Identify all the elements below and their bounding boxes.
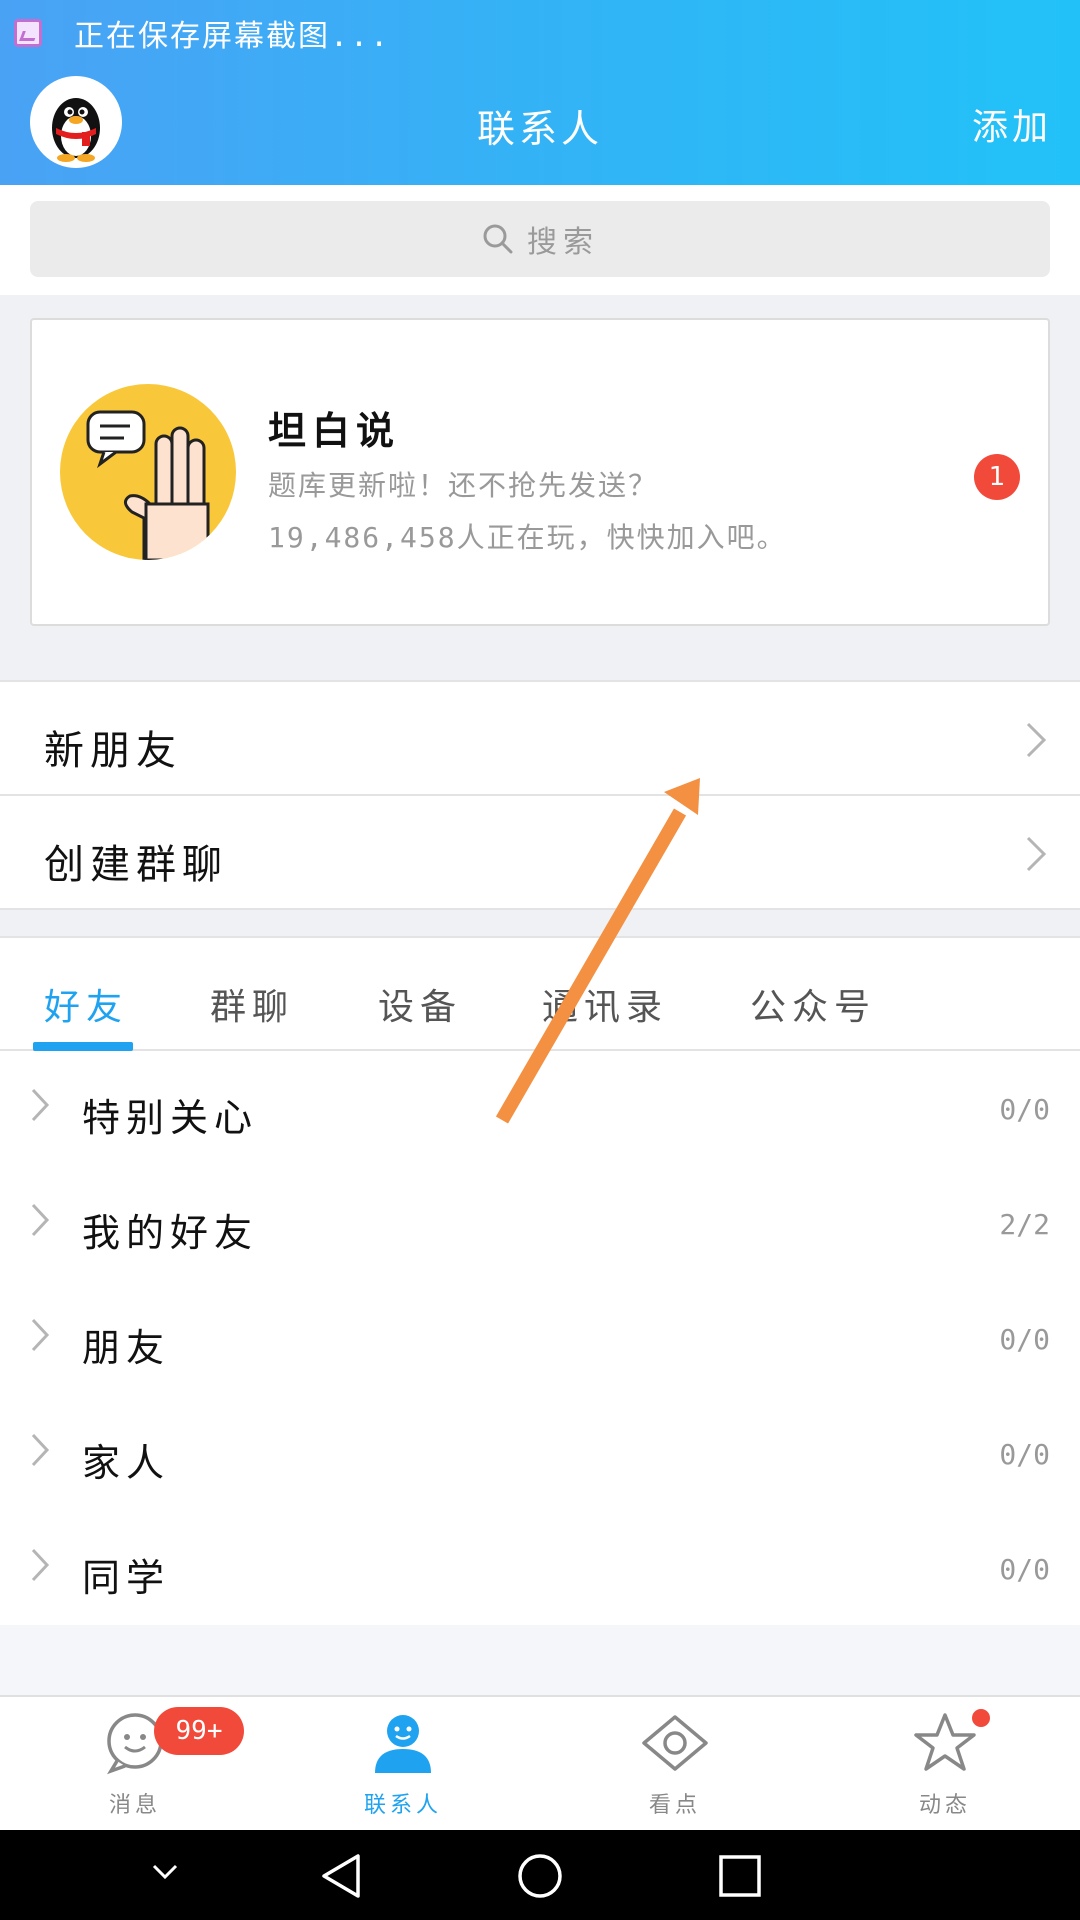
- system-nav-bar: [0, 1830, 1080, 1920]
- group-row-classmates[interactable]: 同学 0/0: [0, 1511, 1080, 1626]
- promo-player-count: 19,486,458人正在玩，快快加入吧。: [268, 521, 787, 554]
- nav-feed[interactable]: 动态: [845, 1697, 1045, 1832]
- promo-unread-badge: 1: [974, 454, 1020, 500]
- promo-image: [60, 384, 236, 560]
- group-count: 0/0: [999, 1438, 1050, 1471]
- chevron-right-icon: [31, 1548, 50, 1582]
- group-name: 同学: [82, 1556, 171, 1600]
- tab-group-chats[interactable]: 群聊: [210, 978, 294, 1030]
- search-input[interactable]: 搜索: [30, 201, 1050, 277]
- page-title: 联系人: [476, 107, 603, 151]
- active-tab-indicator: [33, 1042, 133, 1051]
- recents-icon[interactable]: [718, 1852, 762, 1900]
- back-icon[interactable]: [318, 1852, 364, 1900]
- group-row-special-care[interactable]: 特别关心 0/0: [0, 1051, 1080, 1166]
- chevron-right-icon: [31, 1203, 50, 1237]
- unread-messages-badge: 99+: [154, 1707, 244, 1755]
- status-notification: 正在保存屏幕截图...: [14, 14, 391, 54]
- chevron-right-icon: [1026, 722, 1047, 758]
- group-name: 家人: [82, 1441, 171, 1485]
- eye-icon: [642, 1715, 708, 1771]
- contact-tabs: 好友 群聊 设备 通讯录 公众号: [0, 936, 1080, 1051]
- nav-label: 消息: [108, 1793, 161, 1818]
- chevron-right-icon: [1026, 836, 1047, 872]
- feed-notification-dot: [970, 1707, 992, 1729]
- tab-friends[interactable]: 好友: [44, 978, 128, 1030]
- screenshot-icon: [14, 19, 42, 47]
- promo-title: 坦白说: [268, 409, 401, 453]
- search-icon: [483, 224, 513, 254]
- star-icon: [914, 1713, 976, 1771]
- search-placeholder: 搜索: [527, 225, 599, 260]
- group-count: 0/0: [999, 1553, 1050, 1586]
- promo-subtitle: 题库更新啦！还不抢先发送？: [268, 469, 659, 502]
- search-area: 搜索: [0, 185, 1080, 295]
- chevron-right-icon: [31, 1318, 50, 1352]
- chevron-right-icon: [31, 1433, 50, 1467]
- group-count: 2/2: [999, 1208, 1050, 1241]
- tab-official-accounts[interactable]: 公众号: [750, 978, 876, 1030]
- contacts-icon: [375, 1715, 431, 1773]
- status-text: 正在保存屏幕截图...: [74, 19, 391, 54]
- group-count: 0/0: [999, 1323, 1050, 1356]
- nav-contacts[interactable]: 联系人: [303, 1697, 503, 1832]
- hand-icon: [86, 410, 210, 560]
- nav-label: 联系人: [363, 1793, 442, 1818]
- menu-label: 创建群聊: [44, 842, 228, 888]
- section-divider: [0, 910, 1080, 936]
- group-name: 我的好友: [82, 1211, 259, 1255]
- tab-address-book[interactable]: 通讯录: [542, 978, 668, 1030]
- group-row-friends[interactable]: 朋友 0/0: [0, 1281, 1080, 1396]
- nav-label: 看点: [648, 1793, 701, 1818]
- group-name: 朋友: [82, 1326, 171, 1370]
- tab-devices[interactable]: 设备: [378, 978, 462, 1030]
- group-row-my-friends[interactable]: 我的好友 2/2: [0, 1166, 1080, 1281]
- promo-area: 坦白说 题库更新啦！还不抢先发送？ 19,486,458人正在玩，快快加入吧。 …: [0, 295, 1080, 680]
- promo-card[interactable]: 坦白说 题库更新啦！还不抢先发送？ 19,486,458人正在玩，快快加入吧。 …: [30, 318, 1050, 626]
- group-row-family[interactable]: 家人 0/0: [0, 1396, 1080, 1511]
- friend-groups-list: 特别关心 0/0 我的好友 2/2 朋友 0/0 家人 0/0 同学 0/0: [0, 1051, 1080, 1625]
- nav-label: 动态: [918, 1793, 971, 1818]
- new-friends-row[interactable]: 新朋友: [0, 682, 1080, 796]
- bottom-nav: 消息 99+ 联系人 看点 动态: [0, 1695, 1080, 1830]
- add-button[interactable]: 添加: [972, 98, 1052, 150]
- header-bar: 正在保存屏幕截图... 联系人 添加: [0, 0, 1080, 185]
- group-name: 特别关心: [82, 1096, 259, 1140]
- contacts-menu: 新朋友 创建群聊: [0, 680, 1080, 910]
- home-icon[interactable]: [516, 1852, 564, 1900]
- nav-discover[interactable]: 看点: [575, 1697, 775, 1832]
- hide-keyboard-icon[interactable]: [150, 1862, 180, 1882]
- group-count: 0/0: [999, 1093, 1050, 1126]
- create-group-chat-row[interactable]: 创建群聊: [0, 796, 1080, 910]
- chevron-right-icon: [31, 1088, 50, 1122]
- menu-label: 新朋友: [44, 728, 182, 774]
